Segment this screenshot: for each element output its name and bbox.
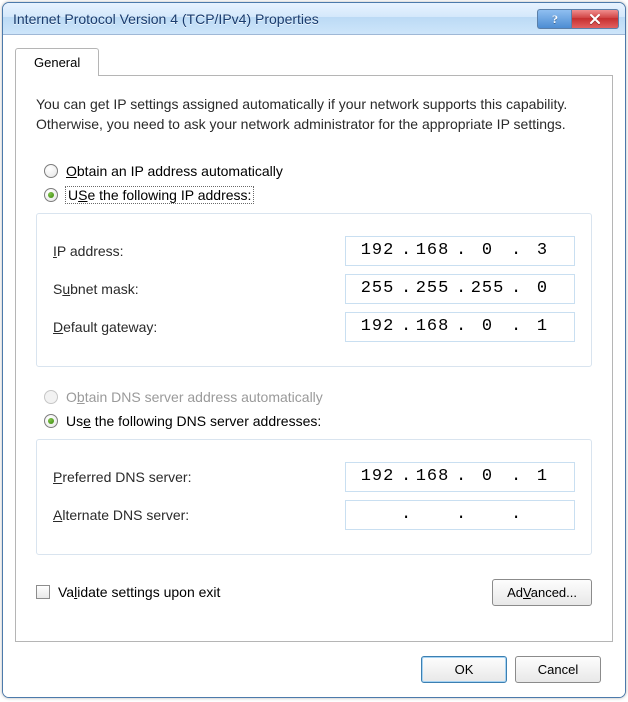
ip-dot: . <box>456 505 464 524</box>
client-area: General You can get IP settings assigned… <box>3 35 625 697</box>
titlebar: Internet Protocol Version 4 (TCP/IPv4) P… <box>3 3 625 35</box>
input-ip-address[interactable]: 192. 168. 0. 3 <box>345 236 575 266</box>
ip-octet[interactable]: 0 <box>466 467 510 486</box>
input-default-gateway[interactable]: 192. 168. 0. 1 <box>345 312 575 342</box>
ip-octet[interactable]: 1 <box>521 317 565 336</box>
window-title: Internet Protocol Version 4 (TCP/IPv4) P… <box>13 11 537 27</box>
ip-dot: . <box>456 317 464 336</box>
label-validate: Validate settings upon exit <box>58 584 492 600</box>
radio-icon <box>44 188 58 202</box>
ip-octet[interactable]: 255 <box>466 279 510 298</box>
dialog-window: Internet Protocol Version 4 (TCP/IPv4) P… <box>2 2 626 698</box>
window-buttons: ? <box>537 9 619 29</box>
advanced-button[interactable]: AdVanced... <box>492 579 592 606</box>
ok-button[interactable]: OK <box>421 656 507 683</box>
ip-dot: . <box>456 241 464 260</box>
label-subnet-mask: Subnet mask: <box>53 281 345 297</box>
checkbox-validate[interactable] <box>36 585 50 599</box>
description-text: You can get IP settings assigned automat… <box>36 94 592 135</box>
ip-dot: . <box>511 505 519 524</box>
ip-octet[interactable]: 255 <box>356 279 400 298</box>
ip-octet[interactable]: 1 <box>521 467 565 486</box>
input-preferred-dns[interactable]: 192. 168. 0. 1 <box>345 462 575 492</box>
ip-octet[interactable]: 0 <box>466 241 510 260</box>
radio-icon <box>44 164 58 178</box>
ip-dot: . <box>401 317 409 336</box>
ip-octet[interactable]: 0 <box>521 279 565 298</box>
radio-use-following-ip[interactable]: USe the following IP address: <box>44 187 592 203</box>
ip-dot: . <box>401 241 409 260</box>
ip-dot: . <box>456 279 464 298</box>
ip-dot: . <box>511 467 519 486</box>
ip-dot: . <box>511 241 519 260</box>
input-subnet-mask[interactable]: 255. 255. 255. 0 <box>345 274 575 304</box>
radio-obtain-ip-auto[interactable]: Obtain an IP address automatically <box>44 163 592 179</box>
ip-octet[interactable]: 192 <box>356 317 400 336</box>
label-ip-address: IP address: <box>53 243 345 259</box>
ip-octet[interactable]: 192 <box>356 467 400 486</box>
input-alternate-dns[interactable]: . . . <box>345 500 575 530</box>
svg-text:?: ? <box>552 13 558 25</box>
radio-obtain-dns-auto: Obtain DNS server address automatically <box>44 389 592 405</box>
ip-dot: . <box>401 279 409 298</box>
radio-label: Obtain an IP address automatically <box>66 163 283 179</box>
ip-octet[interactable]: 168 <box>411 317 455 336</box>
radio-icon <box>44 390 58 404</box>
ip-dot: . <box>511 279 519 298</box>
radio-label: Obtain DNS server address automatically <box>66 389 323 405</box>
label-alternate-dns: Alternate DNS server: <box>53 507 345 523</box>
close-icon <box>589 13 601 25</box>
ip-octet[interactable]: 0 <box>466 317 510 336</box>
row-ip-address: IP address: 192. 168. 0. 3 <box>53 236 575 266</box>
ip-octet[interactable]: 255 <box>411 279 455 298</box>
help-button[interactable]: ? <box>537 9 571 29</box>
bottom-row: Validate settings upon exit AdVanced... <box>36 579 592 606</box>
tab-general[interactable]: General <box>15 48 99 76</box>
ip-octet[interactable]: 192 <box>356 241 400 260</box>
cancel-button[interactable]: Cancel <box>515 656 601 683</box>
label-preferred-dns: Preferred DNS server: <box>53 469 345 485</box>
radio-label: Use the following DNS server addresses: <box>66 413 321 429</box>
radio-use-following-dns[interactable]: Use the following DNS server addresses: <box>44 413 592 429</box>
ip-dot: . <box>456 467 464 486</box>
close-button[interactable] <box>571 9 619 29</box>
ip-group: IP address: 192. 168. 0. 3 Subnet mask: … <box>36 213 592 367</box>
tab-strip: General <box>15 47 613 75</box>
row-subnet-mask: Subnet mask: 255. 255. 255. 0 <box>53 274 575 304</box>
ip-octet[interactable]: 3 <box>521 241 565 260</box>
row-alternate-dns: Alternate DNS server: . . . <box>53 500 575 530</box>
dialog-buttons: OK Cancel <box>15 642 613 683</box>
help-icon: ? <box>550 13 560 25</box>
ip-dot: . <box>511 317 519 336</box>
ip-dot: . <box>401 467 409 486</box>
ip-octet[interactable]: 168 <box>411 241 455 260</box>
ip-dot: . <box>401 505 409 524</box>
radio-icon <box>44 414 58 428</box>
dns-group: Preferred DNS server: 192. 168. 0. 1 Alt… <box>36 439 592 555</box>
row-preferred-dns: Preferred DNS server: 192. 168. 0. 1 <box>53 462 575 492</box>
label-default-gateway: Default gateway: <box>53 319 345 335</box>
ip-octet[interactable]: 168 <box>411 467 455 486</box>
radio-label: USe the following IP address: <box>66 187 253 203</box>
tab-page-general: You can get IP settings assigned automat… <box>15 75 613 642</box>
row-default-gateway: Default gateway: 192. 168. 0. 1 <box>53 312 575 342</box>
